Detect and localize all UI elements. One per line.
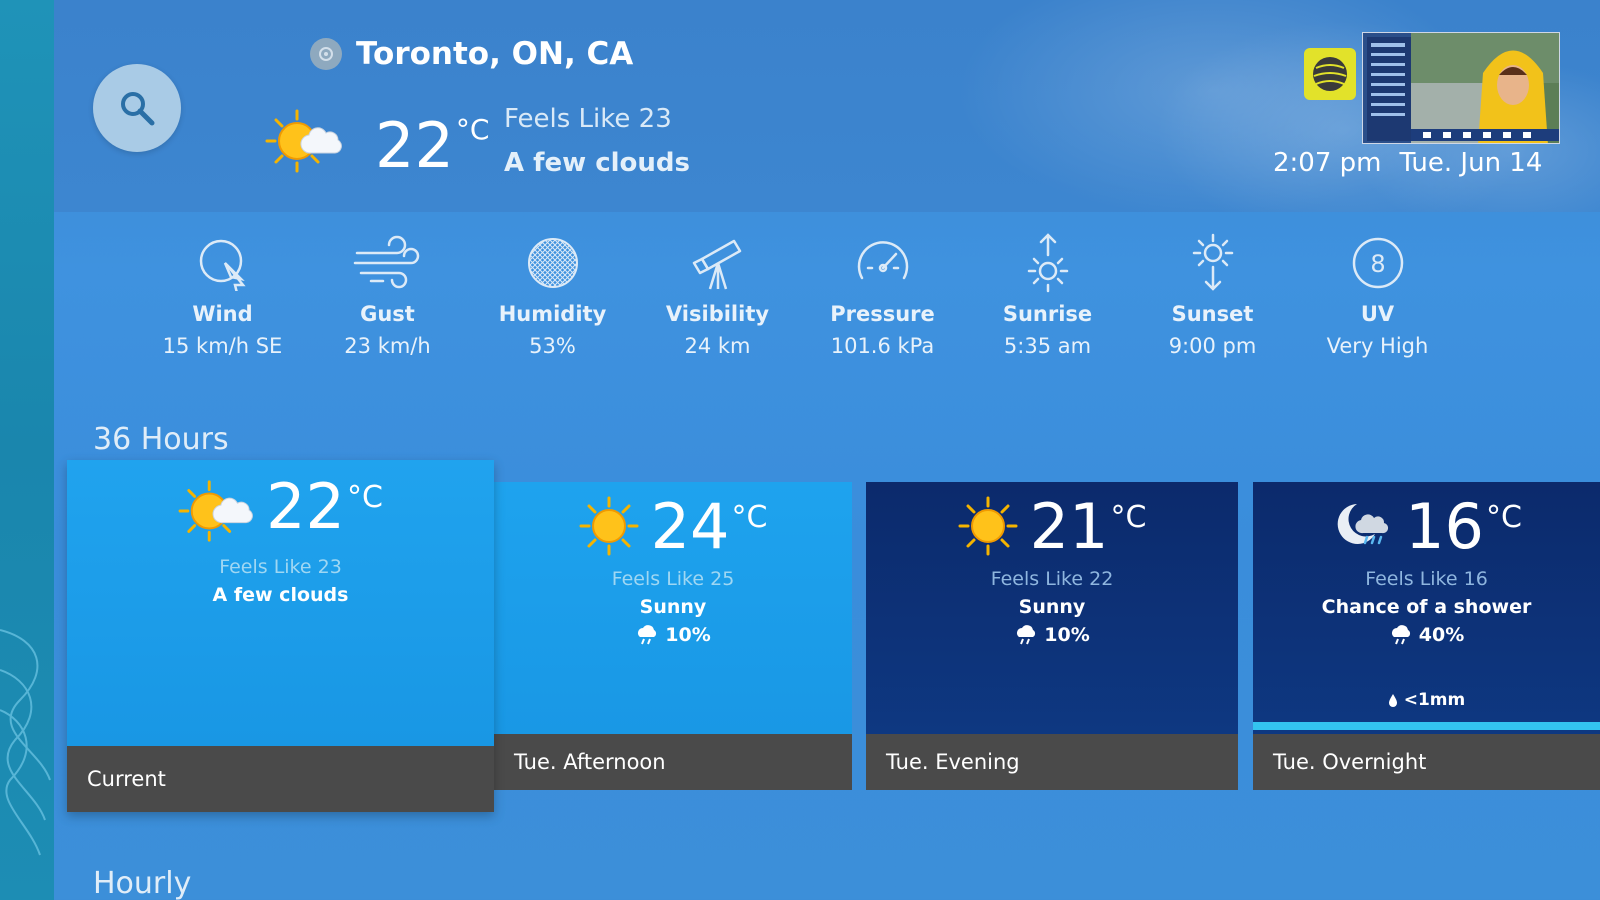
current-temperature: 22 xyxy=(375,109,454,182)
brand-logo xyxy=(1304,48,1356,100)
raindrop-icon xyxy=(1388,694,1397,707)
metric-label: Sunrise xyxy=(1002,302,1093,326)
sunset-icon xyxy=(1192,233,1233,291)
forecast-card-current[interactable]: 22 °C Feels Like 23 A few clouds Current xyxy=(67,460,494,812)
metric-gust: Gust 23 km/h xyxy=(305,232,470,362)
card-temperature: 24 xyxy=(650,490,730,563)
uv-icon: 8 xyxy=(1352,237,1403,289)
condition-text: A few clouds xyxy=(504,148,690,178)
card-condition: Sunny xyxy=(639,596,707,618)
wind-icon xyxy=(199,239,246,291)
temperature-unit: °C xyxy=(455,113,490,146)
feels-like: Feels Like 23 xyxy=(504,104,672,134)
metric-value: 23 km/h xyxy=(344,334,431,358)
video-thumbnail[interactable] xyxy=(1362,32,1560,144)
telescope-icon xyxy=(692,239,741,290)
card-precip-chance: 10% xyxy=(635,624,711,646)
sun-icon xyxy=(958,496,1018,556)
metric-label: Humidity xyxy=(498,302,607,326)
precip-percent: 40% xyxy=(1418,624,1465,646)
card-temperature-unit: °C xyxy=(731,500,768,535)
metric-uv: 8 UV Very High xyxy=(1295,232,1460,362)
swirl-decoration xyxy=(0,629,51,856)
sun-cloud-icon xyxy=(265,109,342,173)
card-temperature-unit: °C xyxy=(1110,500,1147,535)
precip-amount-value: <1mm xyxy=(1403,690,1466,710)
video-preview-image xyxy=(1363,33,1559,143)
card-period-label: Tue. Overnight xyxy=(1253,734,1600,790)
card-feels-like: Feels Like 16 xyxy=(1365,568,1488,590)
sun-icon xyxy=(579,496,639,556)
location-icon xyxy=(310,38,342,70)
metric-wind: Wind 15 km/h SE xyxy=(140,232,305,362)
gauge-icon xyxy=(857,241,908,280)
current-description: Feels Like 23 A few clouds xyxy=(504,104,690,178)
card-temperature: 21 xyxy=(1029,490,1109,563)
card-temperature-unit: °C xyxy=(346,480,383,515)
forecast-card-evening[interactable]: 21 °C Feels Like 22 Sunny 10% Tue. Eveni… xyxy=(866,482,1238,790)
search-icon xyxy=(121,92,155,126)
datetime: 2:07 pm Tue. Jun 14 xyxy=(1273,148,1542,178)
card-period-label: Tue. Evening xyxy=(866,734,1238,790)
rain-cloud-icon xyxy=(638,625,657,645)
sun-cloud-icon xyxy=(178,480,253,542)
current-time: 2:07 pm xyxy=(1273,148,1382,178)
card-condition: Chance of a shower xyxy=(1321,596,1532,618)
humidity-icon xyxy=(527,238,578,288)
metric-visibility: Visibility 24 km xyxy=(635,232,800,362)
sunrise-icon xyxy=(1027,233,1068,293)
metric-value: 53% xyxy=(529,334,576,358)
rain-cloud-icon xyxy=(1391,625,1410,645)
metric-value: 9:00 pm xyxy=(1168,334,1257,358)
globe-logo-icon xyxy=(1313,57,1347,91)
metric-label: Pressure xyxy=(830,302,935,326)
metrics-row: Wind 15 km/h SE Gust 23 km/h Humidity 53… xyxy=(140,232,1460,362)
metric-sunset: Sunset 9:00 pm xyxy=(1130,232,1295,362)
precip-accent-bar xyxy=(1253,722,1600,730)
forecast-card-overnight[interactable]: 16 °C Feels Like 16 Chance of a shower 4… xyxy=(1253,482,1600,790)
metric-value: 5:35 am xyxy=(1003,334,1092,358)
section-title-36-hours: 36 Hours xyxy=(93,422,229,457)
metric-pressure: Pressure 101.6 kPa xyxy=(800,232,965,362)
metric-value: Very High xyxy=(1326,334,1429,358)
left-decor-strip xyxy=(0,0,54,900)
location-name: Toronto, ON, CA xyxy=(356,36,634,72)
gust-icon xyxy=(353,235,419,289)
card-temperature: 22 xyxy=(266,470,345,543)
metric-label: Visibility xyxy=(665,302,770,326)
card-feels-like: Feels Like 23 xyxy=(219,556,342,578)
card-condition: Sunny xyxy=(1018,596,1086,618)
forecast-card-afternoon[interactable]: 24 °C Feels Like 25 Sunny 10% Tue. After… xyxy=(494,482,852,790)
card-temperature: 16 xyxy=(1405,490,1484,563)
metric-sunrise: Sunrise 5:35 am xyxy=(965,232,1130,362)
card-period-label: Tue. Afternoon xyxy=(494,734,852,790)
current-conditions: 22 °C xyxy=(265,105,489,177)
location[interactable]: Toronto, ON, CA xyxy=(310,36,633,72)
metric-label: Sunset xyxy=(1171,302,1254,326)
section-title-hourly: Hourly xyxy=(93,866,192,900)
card-condition: A few clouds xyxy=(212,584,349,606)
rain-cloud-icon xyxy=(1017,625,1036,645)
precip-percent: 10% xyxy=(1044,624,1090,646)
metric-value: 15 km/h SE xyxy=(162,334,283,358)
metric-label: Gust xyxy=(360,302,415,326)
card-temperature-unit: °C xyxy=(1485,500,1522,535)
current-date: Tue. Jun 14 xyxy=(1399,148,1543,178)
uv-badge: 8 xyxy=(1370,250,1385,278)
metric-humidity: Humidity 53% xyxy=(470,232,635,362)
card-feels-like: Feels Like 25 xyxy=(611,568,735,590)
card-feels-like: Feels Like 22 xyxy=(990,568,1114,590)
moon-shower-icon xyxy=(1337,504,1389,545)
card-precip-chance: 10% xyxy=(1014,624,1090,646)
metric-value: 24 km xyxy=(684,334,751,358)
precip-amount: <1mm xyxy=(1253,690,1600,710)
metric-label: Wind xyxy=(192,302,253,326)
metric-value: 101.6 kPa xyxy=(830,334,935,358)
search-button[interactable] xyxy=(93,64,181,152)
card-precip-chance: 40% xyxy=(1389,624,1464,646)
metric-label: UV xyxy=(1360,302,1395,326)
card-period-label: Current xyxy=(67,746,494,812)
precip-percent: 10% xyxy=(665,624,711,646)
